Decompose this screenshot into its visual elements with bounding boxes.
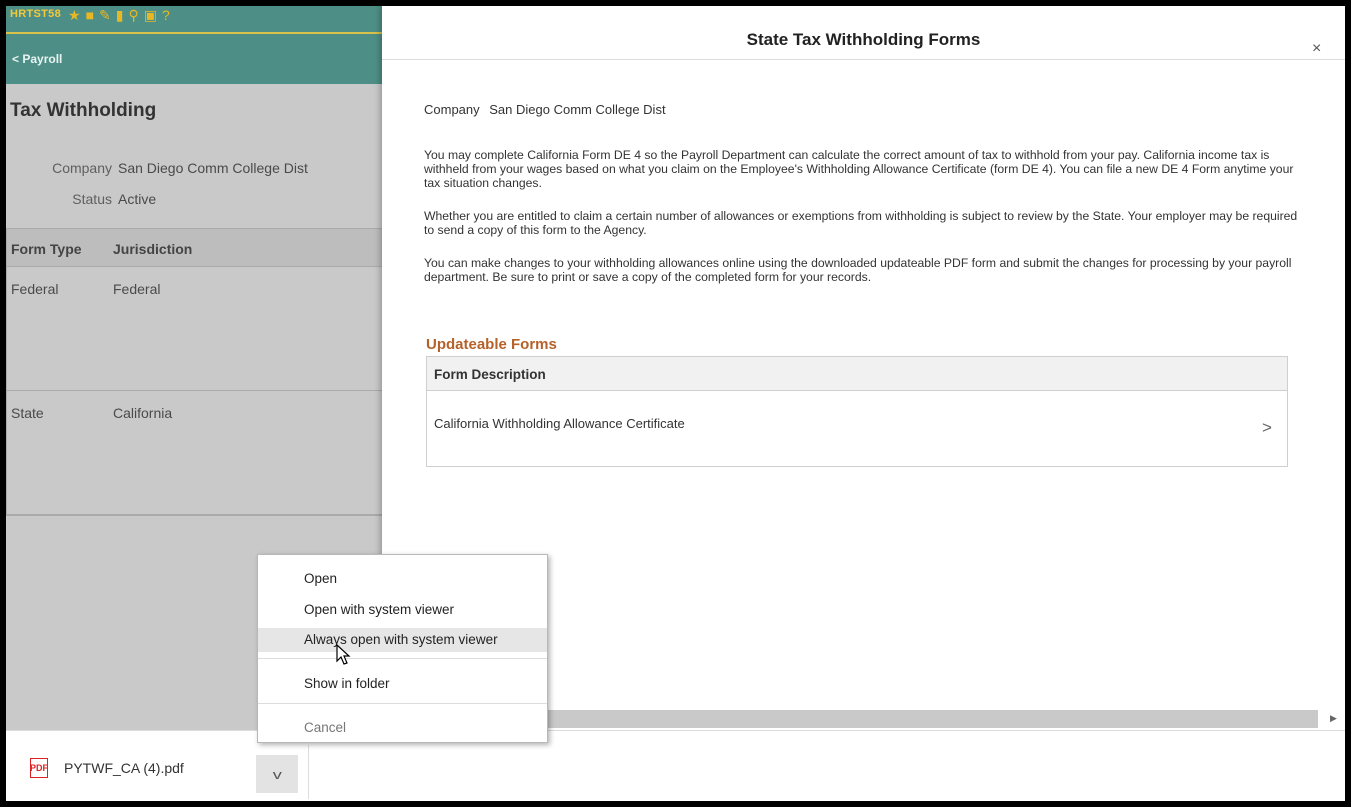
column-header-form-description: Form Description xyxy=(434,367,546,382)
column-header-jurisdiction: Jurisdiction xyxy=(113,241,193,257)
menu-item-always-open-with-system-viewer[interactable]: Always open with system viewer xyxy=(258,628,547,652)
download-filename: PYTWF_CA (4).pdf xyxy=(64,760,184,776)
form-row-california-withholding[interactable]: California Withholding Allowance Certifi… xyxy=(427,392,1287,466)
mouse-cursor-icon xyxy=(336,644,351,665)
table-row[interactable]: Federal Federal xyxy=(7,267,382,391)
table-row[interactable]: State California xyxy=(7,391,382,515)
tax-withholding-grid: Form Type Jurisdiction Federal Federal S… xyxy=(6,228,382,516)
app-code: HRTST58 xyxy=(10,8,61,20)
menu-separator xyxy=(258,703,547,704)
form-type-cell: State xyxy=(11,405,44,421)
menu-item-open-with-system-viewer[interactable]: Open with system viewer xyxy=(258,598,547,622)
header-divider xyxy=(6,32,382,34)
updateable-forms-title: Updateable Forms xyxy=(426,336,557,353)
folder-search-icon[interactable]: ▣ xyxy=(144,7,157,23)
grid-header: Form Type Jurisdiction xyxy=(7,229,382,267)
menu-item-show-in-folder[interactable]: Show in folder xyxy=(258,672,547,696)
download-bar: PDF PYTWF_CA (4).pdf v xyxy=(6,730,1345,801)
menu-item-open[interactable]: Open xyxy=(258,567,547,591)
page-title: Tax Withholding xyxy=(10,100,157,121)
horizontal-scrollbar[interactable] xyxy=(546,710,1318,728)
jurisdiction-cell: Federal xyxy=(113,281,161,297)
menu-separator xyxy=(258,658,547,659)
form-type-cell: Federal xyxy=(11,281,59,297)
instruction-paragraph: Whether you are entitled to claim a cert… xyxy=(424,209,1298,237)
back-to-payroll-button[interactable]: < Payroll xyxy=(12,52,62,66)
table-header: Form Description xyxy=(427,357,1287,391)
status-value: Active xyxy=(118,191,157,207)
folder-icon[interactable]: ■ xyxy=(86,7,94,23)
chevron-right-icon[interactable]: > xyxy=(1262,418,1272,438)
pdf-file-icon: PDF xyxy=(30,758,48,778)
document-icon[interactable]: ▮ xyxy=(116,7,124,23)
instruction-paragraph: You may complete California Form DE 4 so… xyxy=(424,148,1294,190)
download-context-menu: Open Open with system viewer Always open… xyxy=(257,554,548,743)
search-icon[interactable]: ⚲ xyxy=(128,7,138,23)
jurisdiction-cell: California xyxy=(113,405,173,421)
company-label: Company xyxy=(52,160,112,176)
browser-viewport: HRTST58 ★ ■ ✎ ▮ ⚲ ▣ ? < Payroll Tax With… xyxy=(6,6,1345,801)
status-label: Status xyxy=(72,191,112,207)
page-header-bar: HRTST58 ★ ■ ✎ ▮ ⚲ ▣ ? < Payroll xyxy=(6,6,382,84)
star-icon[interactable]: ★ xyxy=(68,7,81,23)
menu-item-cancel[interactable]: Cancel xyxy=(258,716,547,740)
help-icon[interactable]: ? xyxy=(162,7,170,23)
column-header-form-type: Form Type xyxy=(11,241,82,257)
scroll-right-arrow-icon[interactable]: ▶ xyxy=(1330,713,1337,724)
pencil-icon[interactable]: ✎ xyxy=(99,7,111,23)
company-value: San Diego Comm College Dist xyxy=(489,102,666,117)
chevron-down-icon: v xyxy=(272,766,282,782)
download-item[interactable]: PDF PYTWF_CA (4).pdf xyxy=(30,753,184,783)
instruction-paragraph: You can make changes to your withholding… xyxy=(424,256,1292,284)
modal-title: State Tax Withholding Forms xyxy=(746,30,981,49)
divider xyxy=(308,745,309,799)
company-label: Company xyxy=(424,102,480,117)
close-icon[interactable]: × xyxy=(1312,41,1321,57)
modal-header: State Tax Withholding Forms × xyxy=(382,6,1345,60)
download-options-button[interactable]: v xyxy=(256,755,298,793)
modal-company-row: Company San Diego Comm College Dist xyxy=(424,102,672,117)
toolbar-icons: ★ ■ ✎ ▮ ⚲ ▣ ? xyxy=(68,7,170,23)
company-value: San Diego Comm College Dist xyxy=(118,160,308,176)
updateable-forms-table: Form Description California Withholding … xyxy=(426,356,1288,467)
form-description: California Withholding Allowance Certifi… xyxy=(434,416,685,431)
